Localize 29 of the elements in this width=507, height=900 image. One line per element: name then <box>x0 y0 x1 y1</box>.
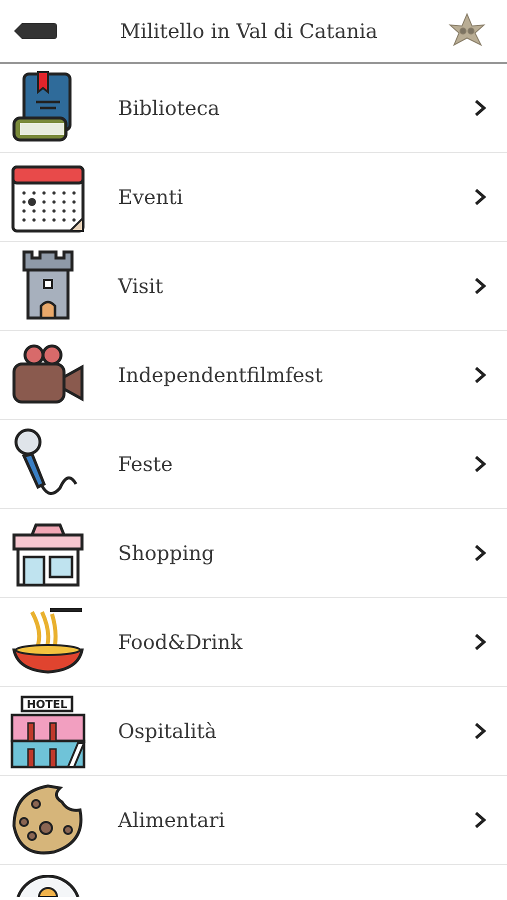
menu-label: Biblioteca <box>118 96 221 120</box>
menu-item[interactable]: Feste <box>0 420 507 509</box>
menu-label: Visit <box>118 274 164 298</box>
menu-item[interactable]: Biblioteca <box>0 64 507 153</box>
menu-item[interactable]: Independentfilmfest <box>0 331 507 420</box>
menu-label: Shopping <box>118 541 216 565</box>
menu-item[interactable]: Food&Drink <box>0 598 507 687</box>
menu-label: Feste <box>118 452 174 476</box>
menu-label: Eventi <box>118 185 184 209</box>
menu-label: Food&Drink <box>118 630 244 654</box>
menu-item[interactable]: Eventi <box>0 153 507 242</box>
chevron-icon <box>473 365 487 385</box>
chevron-icon <box>473 187 487 207</box>
menu-label: Alimentari <box>118 808 226 832</box>
chevron-icon <box>473 810 487 830</box>
chevron-icon <box>473 454 487 474</box>
menu-label: Independentfilmfest <box>118 363 324 387</box>
chevron-icon <box>473 721 487 741</box>
chevron-icon <box>473 276 487 296</box>
chevron-icon <box>473 632 487 652</box>
back-icon[interactable] <box>14 22 58 40</box>
chevron-icon <box>473 543 487 563</box>
menu-item[interactable]: Visit <box>0 242 507 331</box>
menu-item[interactable]: HOTEL Ospitalità <box>0 687 507 776</box>
menu-item[interactable]: Alimentari <box>0 776 507 865</box>
page-title: Militello in Val di Catania <box>120 19 379 43</box>
menu-label: Ospitalità <box>118 719 218 743</box>
chevron-icon <box>473 98 487 118</box>
menu-item[interactable]: Shopping <box>0 509 507 598</box>
